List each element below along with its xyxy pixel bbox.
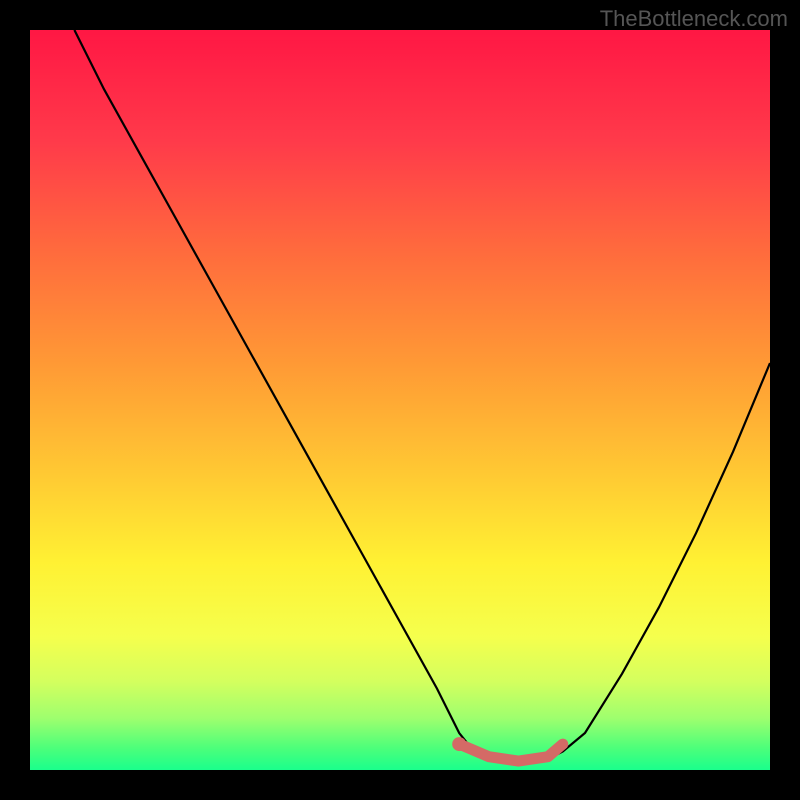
chart-area	[30, 30, 770, 770]
attribution-text: TheBottleneck.com	[600, 6, 788, 32]
bottleneck-curve	[74, 30, 770, 763]
curve-layer	[30, 30, 770, 770]
sweet-spot-dot-icon	[452, 737, 466, 751]
sweet-spot-highlight	[459, 744, 563, 761]
